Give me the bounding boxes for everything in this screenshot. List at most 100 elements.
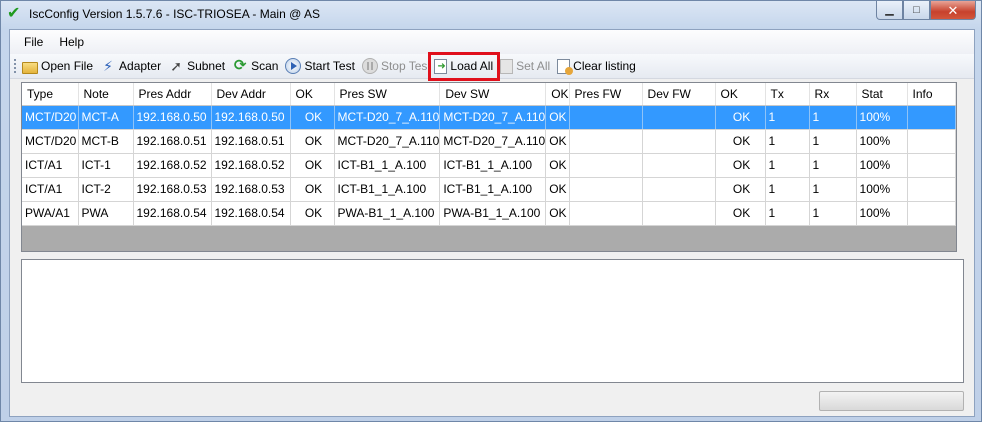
minimize-button[interactable]: ▁ [876,1,903,20]
cell-info [907,105,956,130]
cell-pres-addr: 192.168.0.52 [133,153,212,178]
column-header[interactable]: Note [78,83,134,106]
maximize-button[interactable]: □ [903,1,930,20]
cell-pres-addr: 192.168.0.51 [133,129,212,154]
cell-rx: 1 [809,105,857,130]
cell-pres-fw [569,177,643,202]
table-header-row: Type Note Pres Addr Dev Addr OK Pres SW … [22,83,956,106]
cell-ok: OK [545,153,570,178]
adapter-button[interactable]: ⚡ Adapter [98,56,164,77]
column-header[interactable]: Dev SW [439,83,547,106]
cell-note: MCT-B [78,129,134,154]
load-all-label: Load All [450,59,494,73]
load-all-button[interactable]: Load All [428,51,501,81]
column-header[interactable]: Rx [809,83,857,106]
column-header[interactable]: OK [715,83,766,106]
toolbar-grip[interactable] [13,58,17,74]
stop-test-button[interactable]: Stop Tes [360,56,430,77]
log-textbox[interactable] [21,259,964,383]
refresh-icon: ⟳ [233,57,247,74]
cell-pres-fw [569,153,643,178]
cell-info [907,153,956,178]
table-row[interactable]: ICT/A1 ICT-1 192.168.0.52 192.168.0.52 O… [22,153,956,178]
table-row[interactable]: PWA/A1 PWA 192.168.0.54 192.168.0.54 OK … [22,201,956,226]
table-row[interactable]: ICT/A1 ICT-2 192.168.0.53 192.168.0.53 O… [22,177,956,202]
cell-ok: OK [545,129,570,154]
cell-note: ICT-2 [78,177,134,202]
cell-ok: OK [290,177,335,202]
scan-label: Scan [251,59,279,73]
column-header[interactable]: Stat [856,83,908,106]
table-row[interactable]: MCT/D20 MCT-A 192.168.0.50 192.168.0.50 … [22,105,956,130]
cell-ok: OK [290,105,335,130]
cell-pres-sw: MCT-D20_7_A.110 [334,129,441,154]
cell-type: MCT/D20 [22,129,79,154]
cell-pres-addr: 192.168.0.54 [133,201,212,226]
app-check-icon: ✔ [7,5,21,22]
column-header[interactable]: Dev Addr [211,83,291,106]
subnet-button[interactable]: ➚ Subnet [166,56,228,77]
cell-note: PWA [78,201,134,226]
subnet-label: Subnet [187,59,226,73]
table-row[interactable]: MCT/D20 MCT-B 192.168.0.51 192.168.0.51 … [22,129,956,154]
cell-tx: 1 [765,129,810,154]
cell-pres-fw [569,129,643,154]
column-header[interactable]: Type [22,83,79,106]
open-file-button[interactable]: Open File [20,56,96,77]
menu-file[interactable]: File [16,35,51,49]
column-header[interactable]: Info [907,83,956,106]
cell-pres-addr: 192.168.0.50 [133,105,212,130]
cell-type: MCT/D20 [22,105,79,130]
cell-ok: OK [715,177,766,202]
cell-rx: 1 [809,177,857,202]
cell-dev-fw [642,105,716,130]
progress-bar [819,391,964,411]
cell-tx: 1 [765,105,810,130]
menu-help[interactable]: Help [51,35,92,49]
app-window: ✔ IscConfig Version 1.5.7.6 - ISC-TRIOSE… [0,0,982,422]
cell-dev-fw [642,177,716,202]
cell-stat: 100% [856,129,908,154]
cell-ok: OK [290,201,335,226]
set-icon [500,58,514,74]
cell-dev-sw: ICT-B1_1_A.100 [439,177,547,202]
cell-stat: 100% [856,105,908,130]
cell-ok: OK [290,153,335,178]
cell-dev-sw: PWA-B1_1_A.100 [439,201,547,226]
column-header[interactable]: Pres Addr [133,83,212,106]
window-controls: ▁ □ ✕ [876,1,976,20]
cell-type: PWA/A1 [22,201,79,226]
cell-rx: 1 [809,153,857,178]
cell-dev-addr: 192.168.0.51 [211,129,291,154]
cell-pres-fw [569,105,643,130]
window-title: IscConfig Version 1.5.7.6 - ISC-TRIOSEA … [29,7,320,21]
cell-dev-sw: MCT-D20_7_A.110 [439,105,547,130]
cell-stat: 100% [856,153,908,178]
cell-ok: OK [545,201,570,226]
plug-icon: ⚡ [103,58,113,74]
client-area: File Help Open File ⚡ Adapter ➚ Subnet ⟳… [9,29,975,417]
pause-icon [361,58,378,74]
column-header[interactable]: Pres SW [334,83,441,106]
column-header[interactable]: OK [545,83,570,106]
cell-pres-sw: ICT-B1_1_A.100 [334,177,441,202]
column-header[interactable]: Pres FW [569,83,643,106]
cell-ok: OK [715,201,766,226]
start-test-button[interactable]: Start Test [283,56,357,77]
load-icon [434,58,448,74]
close-button[interactable]: ✕ [930,1,976,20]
cell-tx: 1 [765,177,810,202]
column-header[interactable]: Tx [765,83,810,106]
cursor-icon: ➚ [170,58,182,74]
clear-listing-button[interactable]: Clear listing [555,56,639,77]
column-header[interactable]: OK [290,83,335,106]
adapter-label: Adapter [119,59,162,73]
set-all-button[interactable]: Set All [498,56,553,77]
cell-ok: OK [545,177,570,202]
cell-pres-sw: ICT-B1_1_A.100 [334,153,441,178]
column-header[interactable]: Dev FW [642,83,716,106]
scan-button[interactable]: ⟳ Scan [230,56,281,77]
cell-dev-fw [642,153,716,178]
title-bar[interactable]: ✔ IscConfig Version 1.5.7.6 - ISC-TRIOSE… [1,1,981,27]
start-test-label: Start Test [304,59,355,73]
